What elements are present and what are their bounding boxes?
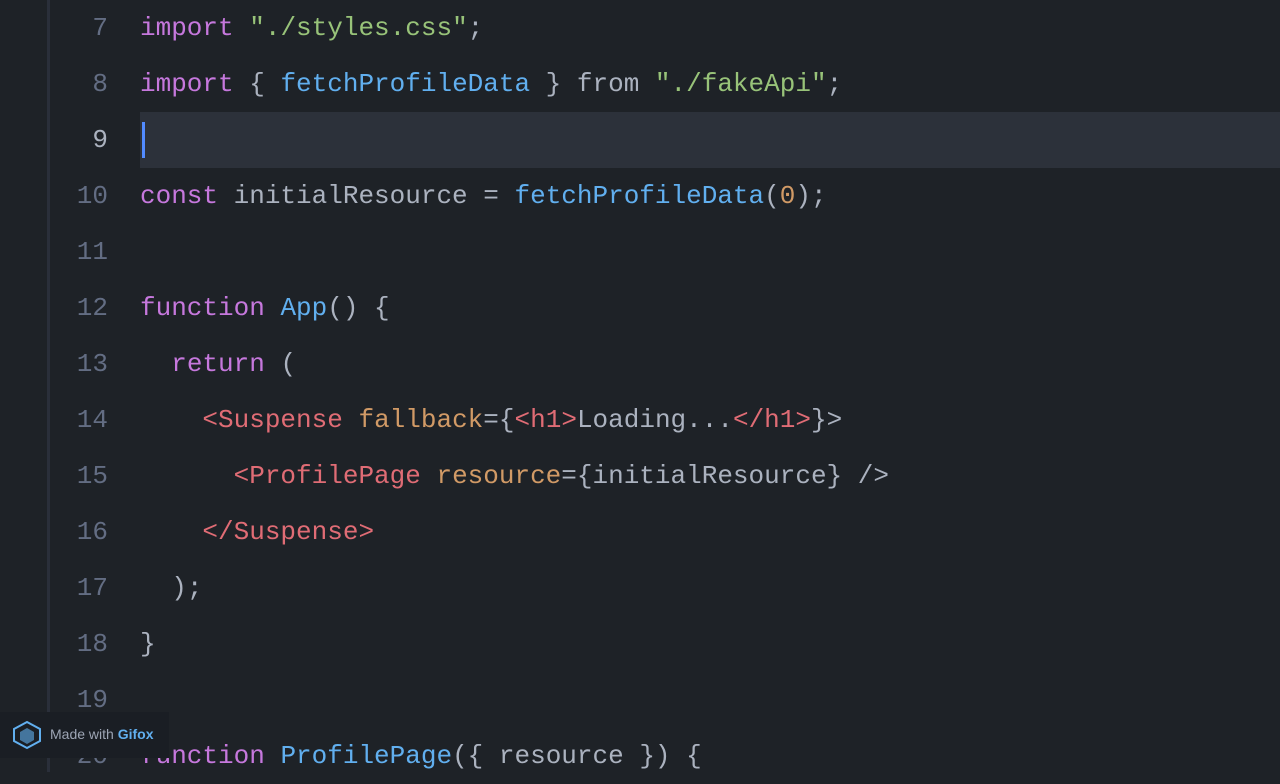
line-number: 12 — [50, 280, 130, 336]
line-number: 9 — [50, 112, 130, 168]
line-number: 15 — [50, 448, 130, 504]
token-plain: ( — [265, 344, 296, 384]
token-plain: } — [140, 624, 156, 664]
code-line: ); — [140, 560, 1280, 616]
token-plain: }> — [811, 400, 842, 440]
token-plain: = — [468, 176, 515, 216]
line-numbers: 7891011121314151617181920 — [50, 0, 130, 772]
token-jsx-attr: fallback — [358, 400, 483, 440]
token-plain: { — [234, 64, 281, 104]
code-line: function App() { — [140, 280, 1280, 336]
token-plain: ({ — [452, 736, 499, 772]
token-str: "./fakeApi" — [655, 64, 827, 104]
token-jsx-tag: <ProfilePage — [234, 456, 421, 496]
token-num: 0 — [780, 176, 796, 216]
text-cursor — [142, 122, 145, 158]
token-jsx-tag: > — [561, 400, 577, 440]
watermark-text: Made with Gifox — [50, 724, 153, 746]
watermark-brand: Gifox — [118, 726, 154, 742]
code-line: import "./styles.css"; — [140, 0, 1280, 56]
token-fn-call: fetchProfileData — [514, 176, 764, 216]
token-fn: ProfilePage — [280, 736, 452, 772]
token-plain: ); — [171, 568, 202, 608]
token-plain: () { — [327, 288, 389, 328]
token-plain: }) { — [624, 736, 702, 772]
token-fn: App — [280, 288, 327, 328]
token-plain: ={ — [483, 400, 514, 440]
editor-container: 7891011121314151617181920 import "./styl… — [0, 0, 1280, 772]
token-plain: Loading... — [577, 400, 733, 440]
token-plain: resource — [499, 736, 624, 772]
code-line: } — [140, 616, 1280, 672]
token-plain — [639, 64, 655, 104]
token-plain: ; — [468, 8, 484, 48]
token-plain: initialResource — [234, 176, 468, 216]
code-line: return ( — [140, 336, 1280, 392]
token-plain: ); — [795, 176, 826, 216]
token-jsx-tag: > — [795, 400, 811, 440]
code-line — [140, 672, 1280, 728]
token-jsx-tag: </Suspense — [202, 512, 358, 552]
token-plain: } — [530, 64, 577, 104]
code-line — [140, 112, 1280, 168]
line-number: 17 — [50, 560, 130, 616]
token-plain — [265, 288, 281, 328]
token-jsx-tag: <Suspense — [202, 400, 342, 440]
code-area[interactable]: import "./styles.css";import { fetchProf… — [130, 0, 1280, 772]
token-kw-import: function — [140, 288, 265, 328]
token-plain: ; — [827, 64, 843, 104]
code-line — [140, 224, 1280, 280]
token-jsx-tag: > — [358, 512, 374, 552]
token-plain — [421, 456, 437, 496]
token-str: "./styles.css" — [249, 8, 467, 48]
token-plain: ( — [764, 176, 780, 216]
code-line: <ProfilePage resource={initialResource} … — [140, 448, 1280, 504]
code-line: function ProfilePage({ resource }) { — [140, 728, 1280, 772]
line-number: 16 — [50, 504, 130, 560]
code-line: </Suspense> — [140, 504, 1280, 560]
code-line: const initialResource = fetchProfileData… — [140, 168, 1280, 224]
token-const-kw: const — [140, 176, 218, 216]
token-kw-import: import — [140, 64, 234, 104]
token-plain — [265, 736, 281, 772]
gifox-icon — [12, 720, 42, 750]
token-plain — [343, 400, 359, 440]
token-plain — [234, 8, 250, 48]
token-plain: ={initialResource} /> — [561, 456, 889, 496]
line-number: 11 — [50, 224, 130, 280]
token-kw-import: import — [140, 8, 234, 48]
code-line: <Suspense fallback={<h1>Loading...</h1>}… — [140, 392, 1280, 448]
token-jsx-tag: </h1 — [733, 400, 795, 440]
editor-gutter — [0, 0, 50, 772]
token-jsx-attr: resource — [436, 456, 561, 496]
line-number: 13 — [50, 336, 130, 392]
token-kw-import: return — [171, 344, 265, 384]
token-plain — [218, 176, 234, 216]
token-fn: fetchProfileData — [280, 64, 530, 104]
watermark: Made with Gifox — [0, 712, 169, 758]
line-number: 7 — [50, 0, 130, 56]
line-number: 14 — [50, 392, 130, 448]
line-number: 18 — [50, 616, 130, 672]
token-plain: from — [577, 64, 639, 104]
line-number: 10 — [50, 168, 130, 224]
code-line: import { fetchProfileData } from "./fake… — [140, 56, 1280, 112]
token-jsx-tag: <h1 — [515, 400, 562, 440]
line-number: 8 — [50, 56, 130, 112]
